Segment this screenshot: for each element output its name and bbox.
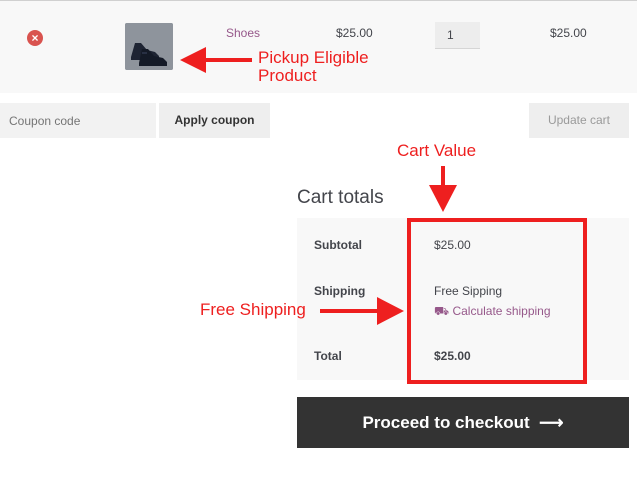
free-shipping-annotation: Free Shipping — [200, 300, 306, 319]
cart-value-annotation: Cart Value — [397, 141, 477, 160]
cart-value-arrow-head — [429, 185, 457, 212]
pickup-arrow-head — [180, 47, 206, 73]
pickup-annotation-line2: Product — [258, 66, 317, 85]
pickup-annotation: Pickup Eligible Product — [258, 49, 369, 85]
free-shipping-arrow-head — [377, 297, 404, 325]
pickup-annotation-line1: Pickup Eligible — [258, 48, 369, 67]
